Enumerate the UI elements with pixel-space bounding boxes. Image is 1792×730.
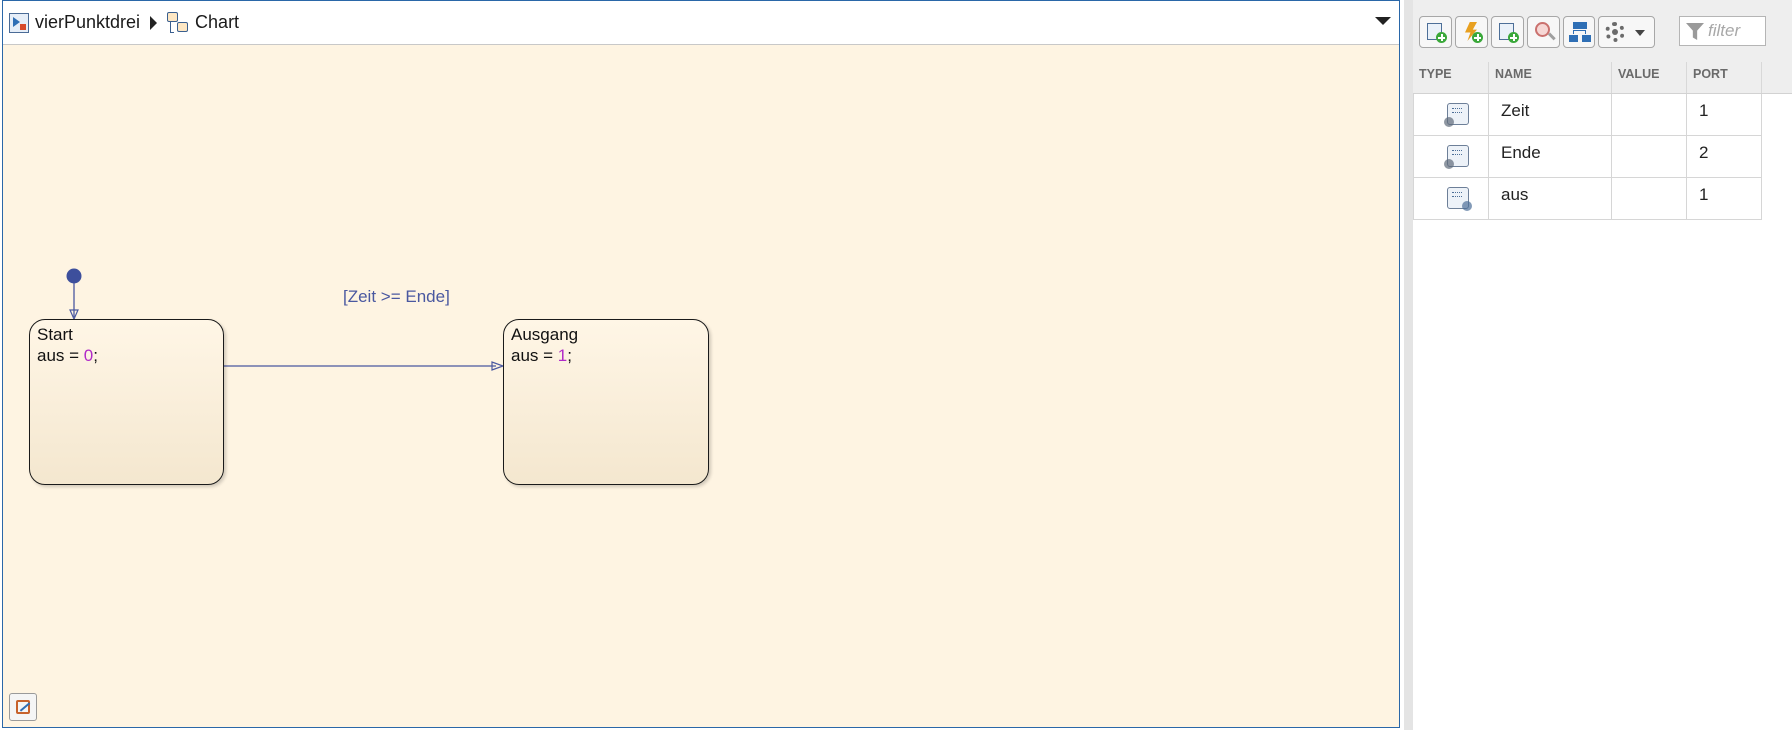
breadcrumb-chart[interactable]: Chart [195,12,239,33]
chart-editor-panel: vierPunktdrei Chart Start aus = 0; [Zeit… [2,0,1400,728]
hierarchy-node-left [1569,35,1578,42]
settings-gear-icon [1605,22,1625,42]
state-action-lhs: aus = [511,346,558,365]
state-action-value: 0 [83,346,94,365]
column-header-value[interactable]: VALUE [1612,62,1687,93]
breadcrumb-dropdown-icon[interactable] [1375,17,1391,25]
breadcrumb: vierPunktdrei Chart [3,1,1399,45]
symbols-table: TYPE NAME VALUE PORT Zeit 1 Ende 2 aus 1 [1413,62,1792,220]
symbols-toolbar [1413,0,1792,63]
name-cell[interactable]: Zeit [1489,94,1612,135]
port-cell[interactable]: 1 [1687,178,1762,219]
resolve-undefined-button[interactable] [1527,16,1560,48]
table-row[interactable]: aus 1 [1413,178,1762,220]
explore-button-icon[interactable] [9,693,37,721]
add-message-button[interactable] [1491,16,1524,48]
hierarchy-icon [1573,22,1587,29]
state-start[interactable]: Start aus = 0; [29,319,224,485]
model-icon [9,12,29,33]
breadcrumb-model[interactable]: vierPunktdrei [35,12,140,33]
value-cell[interactable] [1612,136,1687,177]
table-header: TYPE NAME VALUE PORT [1413,62,1792,94]
column-header-name[interactable]: NAME [1489,62,1612,93]
filter-funnel-icon [1686,23,1704,40]
plus-icon [1472,32,1483,43]
state-action-end: ; [93,346,98,365]
state-name: Ausgang [511,325,579,344]
table-row[interactable]: Ende 2 [1413,136,1762,178]
output-data-icon [1447,187,1472,211]
transition-label[interactable]: [Zeit >= Ende] [343,287,450,307]
breadcrumb-separator-icon [150,15,158,30]
column-header-type[interactable]: TYPE [1413,62,1489,93]
table-row[interactable]: Zeit 1 [1413,94,1762,136]
input-data-icon [1444,145,1469,169]
value-cell[interactable] [1612,178,1687,219]
plus-icon [1436,32,1447,43]
default-transition-dot[interactable] [66,268,82,284]
symbols-pane: TYPE NAME VALUE PORT Zeit 1 Ende 2 aus [1404,0,1792,730]
chart-icon [167,11,189,34]
resolve-undefined-icon [1535,22,1550,37]
name-cell[interactable]: Ende [1489,136,1612,177]
settings-button[interactable] [1598,16,1655,48]
add-event-button[interactable] [1455,16,1488,48]
hierarchy-connector [1573,30,1586,34]
name-cell[interactable]: aus [1489,178,1612,219]
hierarchy-button[interactable] [1563,16,1595,48]
state-action-value: 1 [557,346,568,365]
chevron-down-icon [1635,30,1645,36]
state-action: aus = 0; [37,345,216,366]
port-cell[interactable]: 2 [1687,136,1762,177]
type-cell [1413,178,1489,219]
state-action-lhs: aus = [37,346,84,365]
hierarchy-node-right [1582,35,1591,42]
filter-box[interactable] [1679,16,1766,46]
filter-input[interactable] [1708,20,1763,42]
plus-icon [1508,32,1519,43]
value-cell[interactable] [1612,94,1687,135]
port-cell[interactable]: 1 [1687,94,1762,135]
type-cell [1413,136,1489,177]
chart-canvas[interactable]: Start aus = 0; [Zeit >= Ende] Ausgang au… [3,45,1399,727]
stateflow-editor-window: vierPunktdrei Chart Start aus = 0; [Zeit… [0,0,1792,730]
add-data-button[interactable] [1419,16,1452,48]
state-ausgang[interactable]: Ausgang aus = 1; [503,319,709,485]
state-name: Start [37,325,73,344]
column-header-port[interactable]: PORT [1687,62,1762,93]
state-action-end: ; [567,346,572,365]
input-data-icon [1444,103,1469,127]
state-action: aus = 1; [511,345,701,366]
type-cell [1413,94,1489,135]
